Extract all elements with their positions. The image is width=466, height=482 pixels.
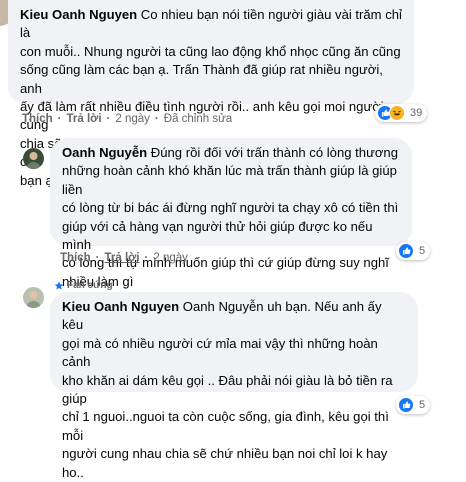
comment-bubble-2: Oanh Nguyễn Đúng rồi đối với trấn thành … — [50, 138, 412, 289]
reply-button-2[interactable]: Trả lời — [105, 252, 140, 264]
reply-button-1[interactable]: Trả lời — [67, 113, 102, 125]
separator: · — [95, 252, 100, 264]
separator: · — [144, 252, 149, 264]
comment-text-3: Kieu Oanh Nguyen Oanh Nguyễn uh bạn. Nếu… — [62, 299, 393, 480]
comment-bubble-1: Kieu Oanh Nguyen Co nhieu bạn nói tiền n… — [8, 0, 414, 188]
avatar-oanh-nguyen[interactable] — [23, 148, 44, 169]
timestamp-1[interactable]: 2 ngày — [115, 113, 150, 125]
reaction-count-3: 5 — [419, 399, 426, 411]
like-icon — [398, 397, 414, 413]
fan-badge-label: Fan cứng — [67, 280, 113, 291]
fan-badge: Fan cứng — [54, 280, 113, 291]
avatar-kieu-oanh-reply[interactable] — [23, 287, 44, 308]
haha-icon — [389, 105, 405, 121]
reaction-summary-1[interactable]: 39 — [375, 104, 428, 122]
comment-bubble-3: Kieu Oanh Nguyen Oanh Nguyễn uh bạn. Nếu… — [50, 292, 418, 480]
comment-actions-2: Thích · Trả lời · 2 ngày — [60, 252, 188, 264]
separator: · — [154, 113, 159, 125]
comment-text-2: Oanh Nguyễn Đúng rồi đối với trấn thành … — [62, 145, 399, 289]
separator: · — [106, 113, 111, 125]
timestamp-2[interactable]: 2 ngày — [153, 252, 188, 264]
comment-actions-1: Thích · Trả lời · 2 ngày · Đã chỉnh sửa — [22, 113, 232, 125]
comment-author-3[interactable]: Kieu Oanh Nguyen — [62, 299, 179, 314]
comment-author-1[interactable]: Kieu Oanh Nguyen — [20, 7, 137, 22]
reaction-count-1: 39 — [410, 107, 423, 119]
fan-badge-icon — [54, 281, 64, 290]
like-button-2[interactable]: Thích — [60, 252, 91, 264]
edited-label-1[interactable]: Đã chỉnh sửa — [164, 113, 232, 125]
like-button-1[interactable]: Thích — [22, 113, 53, 125]
like-icon — [398, 243, 414, 259]
comment-author-2[interactable]: Oanh Nguyễn — [62, 145, 147, 160]
reaction-count-2: 5 — [419, 245, 426, 257]
separator: · — [57, 113, 62, 125]
reaction-summary-2[interactable]: 5 — [396, 242, 431, 260]
reaction-summary-3[interactable]: 5 — [396, 396, 431, 414]
